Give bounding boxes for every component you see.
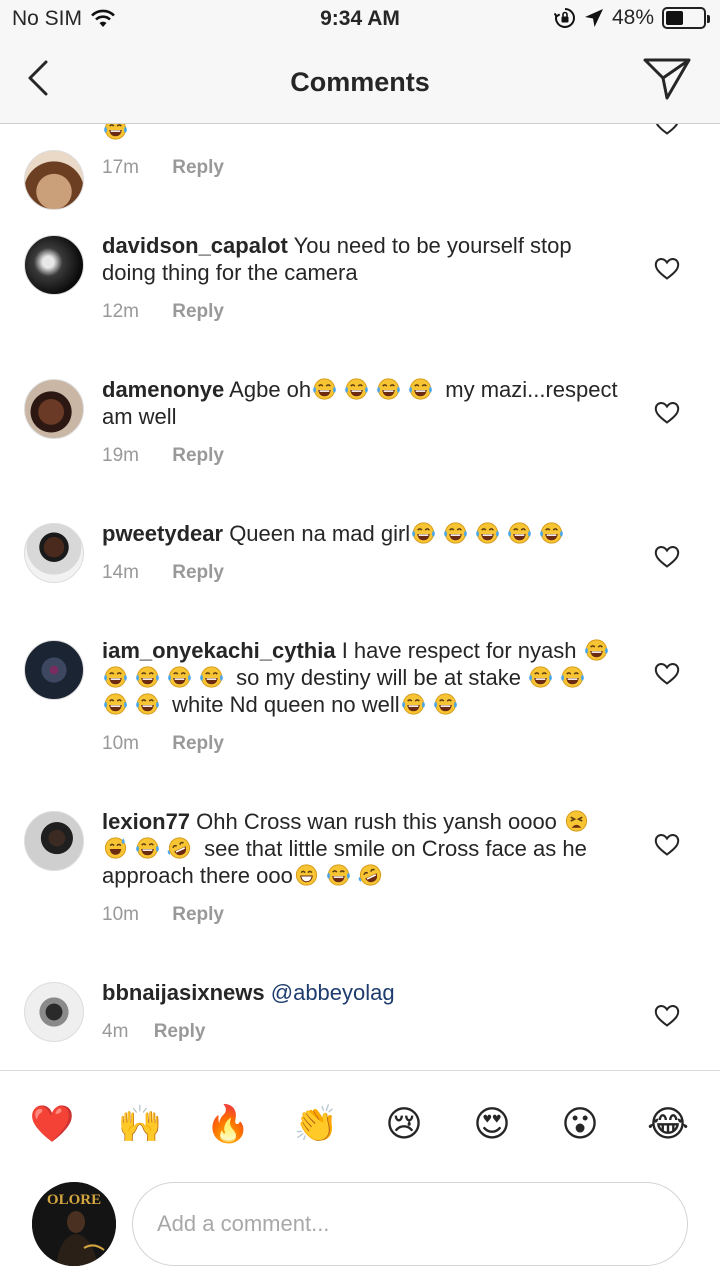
tears-of-joy-emoji-icon (375, 377, 402, 401)
tears-of-joy-emoji-icon (432, 692, 459, 716)
comment-time: 19m (102, 445, 139, 466)
avatar[interactable] (24, 640, 84, 700)
comment-time: 12m (102, 301, 139, 322)
comments-list[interactable]: 17m Reply davidson_capalot You need to b… (0, 124, 720, 1070)
crying-face-reaction-icon[interactable]: 😢 (381, 1101, 427, 1147)
reply-button[interactable]: Reply (172, 445, 224, 466)
heart-icon[interactable] (654, 257, 680, 281)
tears-of-joy-emoji-icon (506, 521, 533, 545)
comment-time: 10m (102, 904, 139, 925)
reply-button[interactable]: Reply (172, 562, 224, 583)
grinning-sweat-emoji-icon (102, 836, 129, 860)
comment-time: 14m (102, 562, 139, 583)
tears-of-joy-emoji-icon (102, 665, 129, 689)
avatar[interactable] (24, 235, 84, 295)
tears-of-joy-emoji-icon (538, 521, 565, 545)
comment-input[interactable] (132, 1182, 688, 1266)
rolling-laughing-emoji-icon (166, 836, 193, 860)
heart-eyes-reaction-icon[interactable]: 😍 (469, 1101, 515, 1147)
tears-of-joy-emoji-icon (325, 863, 352, 887)
tears-of-joy-emoji-icon (559, 665, 586, 689)
location-arrow-icon (584, 9, 603, 27)
avatar-image: OLORE (32, 1182, 116, 1266)
comment-time: 17m (102, 157, 139, 178)
avatar[interactable] (24, 523, 84, 583)
heart-icon[interactable] (654, 662, 680, 686)
comment-text: Queen na mad girl (229, 521, 411, 546)
avatar-logo-text: OLORE (47, 1192, 101, 1208)
comment-username[interactable]: iam_onyekachi_cythia (102, 638, 336, 663)
heart-icon[interactable] (654, 545, 680, 569)
heart-icon[interactable] (654, 124, 680, 136)
heart-icon[interactable] (654, 1004, 680, 1028)
red-heart-reaction-icon[interactable]: ❤️ (29, 1101, 75, 1147)
comment-username[interactable]: damenonye (102, 377, 224, 402)
orientation-lock-icon (553, 8, 575, 28)
avatar[interactable] (24, 379, 84, 439)
comment-username[interactable]: davidson_capalot (102, 233, 288, 258)
comment-text: so my destiny will be at stake (230, 665, 522, 690)
tears-of-joy-emoji-icon (527, 665, 554, 689)
tears-of-joy-emoji-icon (134, 665, 161, 689)
battery-icon (662, 7, 710, 29)
tears-of-joy-emoji-icon (474, 521, 501, 545)
weary-face-emoji-icon (563, 809, 590, 833)
comment-username[interactable]: pweetydear (102, 521, 223, 546)
avatar[interactable] (24, 982, 84, 1042)
fire-reaction-icon[interactable]: 🔥 (205, 1101, 251, 1147)
page-title: Comments (290, 67, 430, 97)
tears-of-joy-emoji-icon (134, 836, 161, 860)
avatar[interactable] (24, 150, 84, 210)
comment-time: 4m (102, 1021, 129, 1042)
tears-of-joy-emoji-icon (102, 124, 129, 141)
composer-avatar[interactable]: OLORE (32, 1182, 116, 1266)
comment-text: Agbe oh (229, 377, 312, 402)
tears-of-joy-emoji-icon (442, 521, 469, 545)
tears-of-joy-emoji-icon (102, 692, 129, 716)
comment-username[interactable]: lexion77 (102, 809, 190, 834)
reply-button[interactable]: Reply (172, 157, 224, 178)
raised-hands-reaction-icon[interactable]: 🙌 (117, 1101, 163, 1147)
reply-button[interactable]: Reply (172, 904, 224, 925)
rolling-laughing-emoji-icon (357, 863, 384, 887)
nav-bar: Comments (0, 40, 720, 124)
comment-username[interactable]: bbnaijasixnews (102, 980, 265, 1005)
tears-of-joy-emoji-icon (400, 692, 427, 716)
battery-percent: 48% (611, 6, 654, 29)
tears-of-joy-emoji-icon (134, 692, 161, 716)
mention-link[interactable]: @abbeyolag (271, 980, 395, 1005)
battery-level (666, 11, 684, 25)
comment-time: 10m (102, 733, 139, 754)
tears-of-joy-emoji-icon (407, 377, 434, 401)
comment-text: I have respect for nyash (341, 638, 577, 663)
tears-of-joy-emoji-icon (583, 638, 610, 662)
tears-of-joy-emoji-icon (198, 665, 225, 689)
surprised-face-reaction-icon[interactable]: 😮 (557, 1101, 603, 1147)
clapping-reaction-icon[interactable]: 👏 (293, 1101, 339, 1147)
tears-of-joy-emoji-icon (311, 377, 338, 401)
heart-icon[interactable] (654, 401, 680, 425)
comment-text: white Nd queen no well (166, 692, 400, 717)
tears-of-joy-emoji-icon (410, 521, 437, 545)
tears-of-joy-reaction-icon[interactable]: 😂 (645, 1101, 691, 1147)
reply-button[interactable]: Reply (154, 1021, 206, 1042)
comment-text: Ohh Cross wan rush this yansh oooo (196, 809, 557, 834)
reply-button[interactable]: Reply (172, 301, 224, 322)
status-bar: No SIM 9:34 AM 48% (0, 0, 720, 40)
tears-of-joy-emoji-icon (343, 377, 370, 401)
grinning-face-emoji-icon (293, 863, 320, 887)
quick-reaction-bar: ❤️ 🙌 🔥 👏 😢 😍 😮 😂 (0, 1070, 720, 1176)
avatar[interactable] (24, 811, 84, 871)
tears-of-joy-emoji-icon (166, 665, 193, 689)
reply-button[interactable]: Reply (172, 733, 224, 754)
send-icon[interactable] (642, 56, 692, 102)
heart-icon[interactable] (654, 833, 680, 857)
